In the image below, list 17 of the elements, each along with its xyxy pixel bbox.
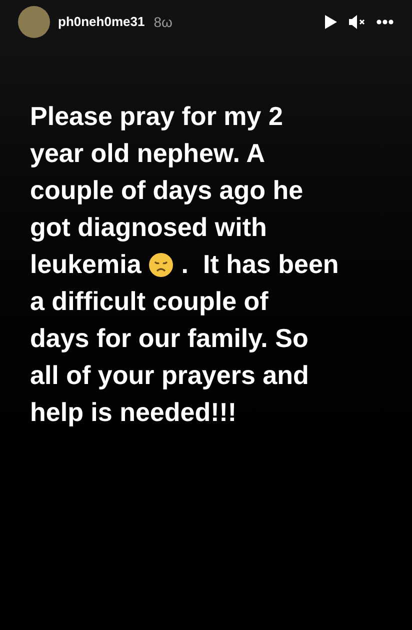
play-icon[interactable] [324,14,338,30]
username[interactable]: ph0neh0me31 [58,12,145,32]
post-time: 8ω [154,12,172,32]
story-text: . It has been [181,248,339,281]
story-text: year old nephew. A [30,137,266,170]
avatar[interactable] [18,6,50,38]
story-text: got diagnosed with [30,211,267,244]
story-text: Please pray for my 2 [30,100,283,133]
story-text: couple of days ago he [30,174,304,207]
story-text: help is needed!!! [30,396,237,429]
sad-face-icon [148,252,174,278]
story-text: days for our family. So [30,322,308,355]
mute-icon[interactable] [348,14,366,30]
more-icon[interactable] [376,19,394,25]
story-text: a difficult couple of [30,285,268,318]
story-text: all of your prayers and [30,359,309,392]
story-text: leukemia [30,248,142,281]
